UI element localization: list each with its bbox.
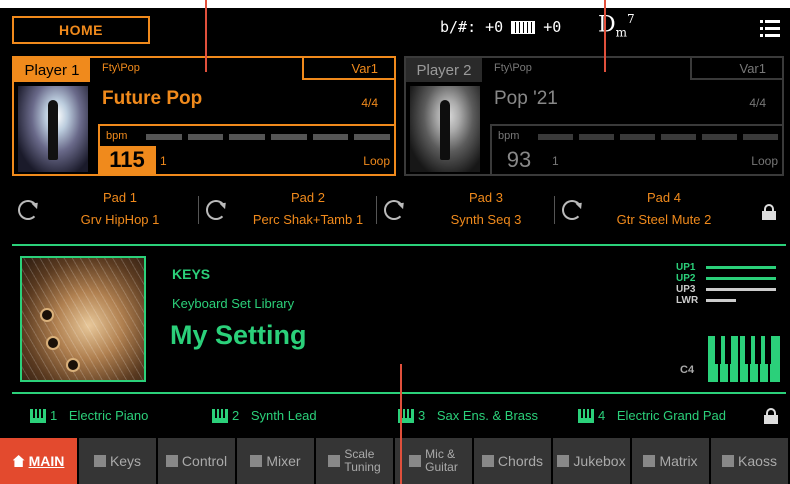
sound-1[interactable]: 1 Electric Piano bbox=[30, 408, 148, 423]
keyboard-icon bbox=[511, 20, 536, 34]
control-icon bbox=[165, 455, 178, 467]
home-button[interactable]: HOME bbox=[12, 16, 150, 44]
player-2-thumbnail bbox=[410, 86, 480, 172]
octave-value: +0 bbox=[543, 18, 562, 36]
keyboard-set-thumbnail[interactable] bbox=[20, 256, 146, 382]
sound-4[interactable]: 4 Electric Grand Pad bbox=[578, 408, 726, 423]
player-2-bpm[interactable]: 93 bbox=[490, 146, 548, 174]
sync-icon[interactable] bbox=[18, 200, 38, 220]
player-1-song-name[interactable]: Future Pop bbox=[102, 88, 202, 110]
sync-icon[interactable] bbox=[206, 200, 226, 220]
player-2-panel[interactable]: Player 2 Fty\Pop Var1 Pop '21 4/4 bpm 93… bbox=[404, 56, 784, 176]
layer-indicators: UP1 UP2 UP3 LWR bbox=[676, 262, 780, 306]
callout-line-left bbox=[205, 0, 207, 72]
pad-3[interactable]: Pad 3 Synth Seq 3 bbox=[378, 186, 564, 234]
pad-1-number: Pad 1 bbox=[103, 190, 137, 205]
player-2-label: Player 2 bbox=[406, 58, 482, 82]
player-2-beat: 1 bbox=[552, 154, 559, 168]
scale-icon bbox=[328, 455, 341, 467]
pads-lock-icon[interactable] bbox=[762, 204, 776, 220]
pad-4-number: Pad 4 bbox=[647, 190, 681, 205]
player-1-panel[interactable]: Player 1 Fty\Pop Var1 Future Pop 4/4 bpm… bbox=[12, 56, 396, 176]
pad-1[interactable]: Pad 1 Grv HipHop 1 bbox=[12, 186, 198, 234]
split-keyboard-icon[interactable] bbox=[708, 336, 780, 382]
player-2-category: Fty\Pop bbox=[494, 62, 532, 74]
player-1-meter: 4/4 bbox=[361, 96, 378, 110]
tab-scale-tuning[interactable]: Scale Tuning bbox=[316, 438, 395, 484]
layer-lwr[interactable]: LWR bbox=[676, 295, 780, 306]
player-2-meter: 4/4 bbox=[749, 96, 766, 110]
tab-mic-guitar[interactable]: Mic & Guitar bbox=[395, 438, 474, 484]
tab-chords[interactable]: Chords bbox=[474, 438, 553, 484]
main-screen: HOME b/#: +0 +0 Dm7 Player 1 Fty\Pop Var… bbox=[0, 8, 790, 484]
player-2-bpm-label: bpm bbox=[498, 130, 520, 142]
keyboard-icon bbox=[30, 408, 46, 423]
player-1-variation[interactable]: Var1 bbox=[302, 58, 394, 80]
callout-line-center bbox=[400, 364, 402, 484]
chords-icon bbox=[481, 455, 494, 467]
home-icon bbox=[12, 455, 25, 467]
layer-up3[interactable]: UP3 bbox=[676, 284, 780, 295]
tab-main[interactable]: MAIN bbox=[0, 438, 79, 484]
tab-mixer[interactable]: Mixer bbox=[237, 438, 316, 484]
pad-3-number: Pad 3 bbox=[469, 190, 503, 205]
bottom-tab-bar: MAIN Keys Control Mixer Scale Tuning Mic … bbox=[0, 438, 790, 484]
keyboard-set-category: KEYS bbox=[172, 266, 211, 282]
keyboard-set-library: Keyboard Set Library bbox=[172, 296, 295, 311]
tab-jukebox[interactable]: Jukebox bbox=[553, 438, 632, 484]
pads-row: Pad 1 Grv HipHop 1 Pad 2 Perc Shak+Tamb … bbox=[12, 186, 786, 234]
jukebox-icon bbox=[557, 455, 570, 467]
player-2-mode: Loop bbox=[751, 154, 778, 168]
keyboard-set-name[interactable]: My Setting bbox=[170, 320, 307, 351]
keys-icon bbox=[93, 455, 106, 467]
player-1-beat-bars bbox=[146, 134, 391, 140]
pad-4[interactable]: Pad 4 Gtr Steel Mute 2 bbox=[556, 186, 742, 234]
player-1-label: Player 1 bbox=[14, 58, 90, 82]
chord-root: D bbox=[598, 12, 616, 38]
chord-quality: m bbox=[615, 25, 628, 40]
player-1-beat: 1 bbox=[160, 154, 167, 168]
mixer-icon bbox=[250, 455, 263, 467]
player-2-variation[interactable]: Var1 bbox=[690, 58, 782, 80]
tab-matrix[interactable]: Matrix bbox=[632, 438, 711, 484]
sound-2[interactable]: 2 Synth Lead bbox=[212, 408, 317, 423]
sync-icon[interactable] bbox=[384, 200, 404, 220]
pad-1-name: Grv HipHop 1 bbox=[80, 212, 160, 227]
kaoss-icon bbox=[722, 455, 735, 467]
player-1-category: Fty\Pop bbox=[102, 62, 140, 74]
transpose-display[interactable]: b/#: +0 +0 bbox=[440, 18, 561, 36]
layer-up1[interactable]: UP1 bbox=[676, 262, 780, 273]
sync-icon[interactable] bbox=[562, 200, 582, 220]
sound-3[interactable]: 3 Sax Ens. & Brass bbox=[398, 408, 538, 423]
layer-up2[interactable]: UP2 bbox=[676, 273, 780, 284]
tab-kaoss[interactable]: Kaoss bbox=[711, 438, 790, 484]
pad-4-name: Gtr Steel Mute 2 bbox=[616, 212, 712, 227]
tab-keys[interactable]: Keys bbox=[79, 438, 158, 484]
pad-2-number: Pad 2 bbox=[291, 190, 325, 205]
player-2-song-name[interactable]: Pop '21 bbox=[494, 88, 558, 110]
player-1-mode: Loop bbox=[363, 154, 390, 168]
player-1-bpm-label: bpm bbox=[106, 130, 128, 142]
player-1-thumbnail bbox=[18, 86, 88, 172]
matrix-icon bbox=[643, 455, 656, 467]
sounds-lock-icon[interactable] bbox=[764, 408, 778, 424]
callout-line-right bbox=[604, 0, 606, 72]
mic-icon bbox=[409, 455, 422, 467]
pad-2-name: Perc Shak+Tamb 1 bbox=[252, 212, 364, 227]
pad-2[interactable]: Pad 2 Perc Shak+Tamb 1 bbox=[200, 186, 386, 234]
player-2-beat-bars bbox=[538, 134, 778, 140]
chord-extension: 7 bbox=[627, 12, 635, 26]
tab-control[interactable]: Control bbox=[158, 438, 237, 484]
split-point-note: C4 bbox=[680, 364, 695, 376]
keyboard-icon bbox=[578, 408, 594, 423]
pad-3-name: Synth Seq 3 bbox=[450, 212, 522, 227]
player-1-bpm[interactable]: 115 bbox=[98, 146, 156, 174]
transpose-value: b/#: +0 bbox=[440, 18, 504, 36]
menu-icon[interactable] bbox=[760, 20, 780, 38]
keyboard-icon bbox=[212, 408, 228, 423]
